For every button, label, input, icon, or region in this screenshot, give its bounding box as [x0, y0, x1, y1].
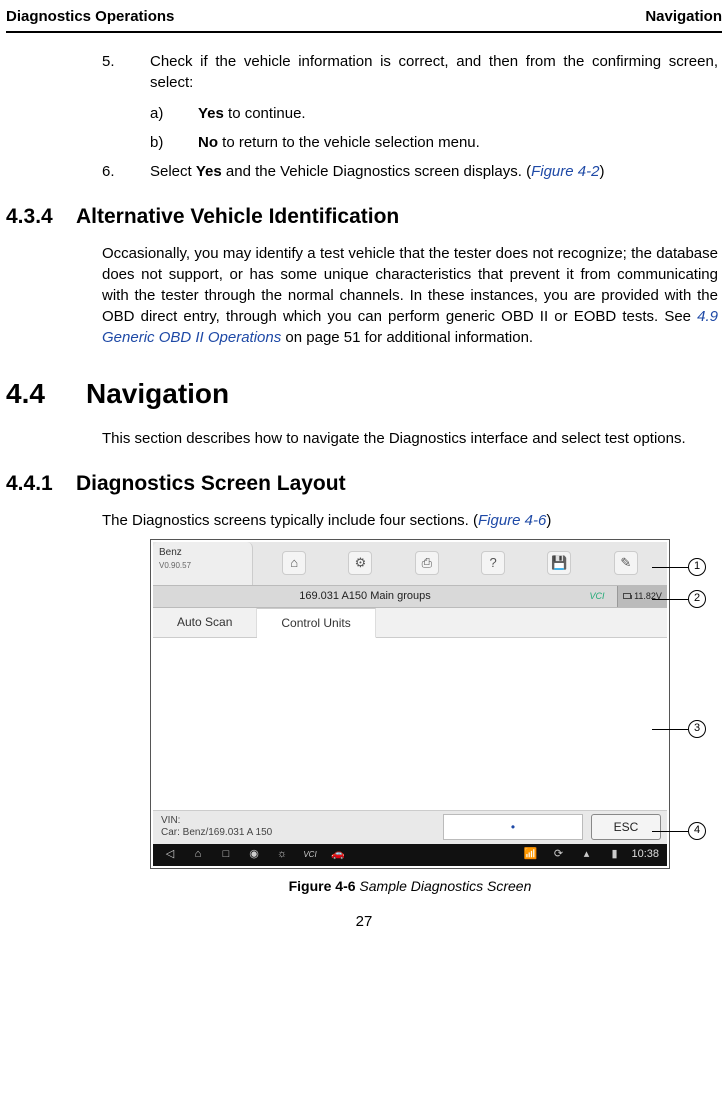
car-label: Car: Benz/169.031 A 150 [161, 827, 435, 839]
car-icon[interactable]: 🚗 [327, 847, 349, 863]
home-icon[interactable]: ⌂ [282, 551, 306, 575]
save-icon[interactable]: 💾 [547, 551, 571, 575]
callout-label: 3 [688, 720, 706, 738]
step-5b: b) No to return to the vehicle selection… [150, 132, 718, 153]
vci-sys-icon[interactable]: VCI [299, 847, 321, 863]
header-left: Diagnostics Operations [6, 6, 174, 27]
status-title: 169.031 A150 Main groups [153, 589, 577, 604]
figure-text: Sample Diagnostics Screen [356, 878, 532, 894]
yes-label: Yes [198, 105, 224, 122]
substep-text: No to return to the vehicle selection me… [198, 132, 718, 153]
battery-indicator: 11.82V [617, 586, 667, 607]
text-mid: and the Vehicle Diagnostics screen displ… [222, 163, 531, 180]
toolbar: Benz V0.90.57 ⌂ ⚙ ⎙ ? 💾 ✎ [153, 542, 667, 586]
callout-label: 1 [688, 558, 706, 576]
step-number: 6. [102, 161, 150, 182]
para-post: ) [546, 512, 551, 529]
heading-title: Diagnostics Screen Layout [76, 469, 346, 498]
step-text: Select Yes and the Vehicle Diagnostics s… [150, 161, 718, 182]
heading-number: 4.4 [6, 374, 86, 413]
brand-tab[interactable]: Benz V0.90.57 [153, 542, 253, 585]
wifi-icon: 📶 [519, 847, 541, 863]
vehicle-info: VIN: Car: Benz/169.031 A 150 [153, 812, 443, 842]
para-pre: Occasionally, you may identify a test ve… [102, 245, 718, 325]
camera-icon[interactable]: ◉ [243, 847, 265, 863]
battery-voltage: 11.82V [634, 590, 662, 603]
battery-sys-icon: ▮ [603, 847, 625, 863]
heading-4-3-4: 4.3.4 Alternative Vehicle Identification [6, 202, 722, 231]
brightness-icon[interactable]: ☼ [271, 847, 293, 863]
home-sys-icon[interactable]: ⌂ [187, 847, 209, 863]
system-bar: ◁ ⌂ □ ◉ ☼ VCI 🚗 📶 ⟳ ▴ ▮ 10:38 [153, 844, 667, 866]
figure-caption: Figure 4-6 Sample Diagnostics Screen [102, 877, 718, 897]
figure-4-6-link[interactable]: Figure 4-6 [478, 512, 546, 529]
battery-icon [623, 593, 631, 599]
step-number: 5. [102, 51, 150, 93]
paragraph-4-4: This section describes how to navigate t… [102, 428, 718, 449]
back-icon[interactable]: ◁ [159, 847, 181, 863]
figure-label: Figure 4-6 [289, 878, 356, 894]
brand-version: V0.90.57 [159, 560, 246, 571]
diagnostics-screenshot: Benz V0.90.57 ⌂ ⚙ ⎙ ? 💾 ✎ 169.031 A150 M… [150, 539, 670, 869]
step-6: 6. Select Yes and the Vehicle Diagnostic… [102, 161, 718, 182]
para-pre: The Diagnostics screens typically includ… [102, 512, 478, 529]
paragraph-4-3-4: Occasionally, you may identify a test ve… [102, 243, 718, 348]
heading-4-4: 4.4 Navigation [6, 374, 722, 413]
vci-indicator: VCI [577, 590, 617, 603]
esc-button[interactable]: ESC [591, 814, 661, 840]
step-5: 5. Check if the vehicle information is c… [102, 51, 718, 93]
callout-label: 2 [688, 590, 706, 608]
tabs-row: Auto Scan Control Units [153, 608, 667, 638]
text-post: ) [599, 163, 604, 180]
heading-4-4-1: 4.4.1 Diagnostics Screen Layout [6, 469, 722, 498]
clock: 10:38 [631, 847, 661, 862]
heading-title: Navigation [86, 374, 229, 413]
no-label: No [198, 134, 218, 151]
header-right: Navigation [645, 6, 722, 27]
callout-label: 4 [688, 822, 706, 840]
print-icon[interactable]: ⎙ [415, 551, 439, 575]
substep-rest: to continue. [224, 105, 306, 122]
step-5a: a) Yes to continue. [150, 103, 718, 124]
sync-icon: ⟳ [547, 847, 569, 863]
vin-label: VIN: [161, 815, 435, 827]
upload-icon: ▴ [575, 847, 597, 863]
substep-letter: b) [150, 132, 198, 153]
tab-control-units[interactable]: Control Units [257, 608, 375, 638]
heading-number: 4.3.4 [6, 202, 76, 231]
substep-text: Yes to continue. [198, 103, 718, 124]
settings-icon[interactable]: ⚙ [348, 551, 372, 575]
heading-title: Alternative Vehicle Identification [76, 202, 399, 231]
substep-rest: to return to the vehicle selection menu. [218, 134, 480, 151]
recent-icon[interactable]: □ [215, 847, 237, 863]
page-dot: • [511, 819, 515, 836]
footer-info: VIN: Car: Benz/169.031 A 150 • ESC [153, 810, 667, 844]
figure-4-2-link[interactable]: Figure 4-2 [531, 163, 599, 180]
brand-name: Benz [159, 546, 246, 560]
figure-4-6: Benz V0.90.57 ⌂ ⚙ ⎙ ? 💾 ✎ 169.031 A150 M… [102, 539, 718, 897]
text-pre: Select [150, 163, 196, 180]
edit-icon[interactable]: ✎ [614, 551, 638, 575]
yes-label: Yes [196, 163, 222, 180]
paragraph-4-4-1: The Diagnostics screens typically includ… [102, 510, 718, 531]
para-post: on page 51 for additional information. [281, 329, 533, 346]
main-content-area [153, 638, 667, 810]
page-header: Diagnostics Operations Navigation [6, 4, 722, 33]
step-text: Check if the vehicle information is corr… [150, 51, 718, 93]
help-icon[interactable]: ? [481, 551, 505, 575]
toolbar-buttons: ⌂ ⚙ ⎙ ? 💾 ✎ [253, 542, 667, 585]
page-dots: • [443, 814, 583, 840]
status-bar: 169.031 A150 Main groups VCI 11.82V [153, 586, 667, 608]
heading-number: 4.4.1 [6, 469, 76, 498]
page-number: 27 [6, 911, 722, 932]
substep-letter: a) [150, 103, 198, 124]
tab-auto-scan[interactable]: Auto Scan [153, 608, 257, 637]
